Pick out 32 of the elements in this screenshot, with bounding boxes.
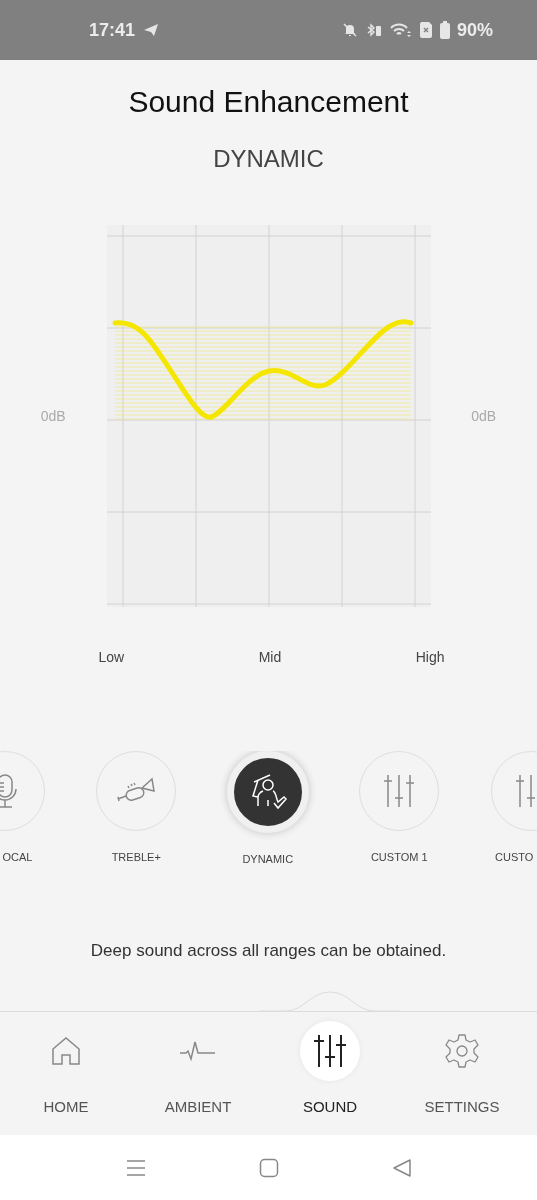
wifi-icon — [389, 22, 412, 38]
recent-apps-icon[interactable] — [125, 1158, 146, 1177]
frequency-label: High — [415, 649, 445, 665]
preset-button[interactable] — [226, 751, 309, 833]
frequency-label: Mid — [258, 649, 282, 665]
nav-tab[interactable]: SOUND — [264, 1012, 396, 1135]
clock: 17:41 — [89, 19, 136, 41]
preset-label: DYNAMIC — [242, 853, 294, 865]
preset-label: CUSTOM 1 — [370, 851, 428, 863]
bell-muted-icon — [341, 22, 358, 38]
battery-percentage: 90% — [456, 19, 493, 41]
home-button-icon[interactable] — [258, 1157, 279, 1178]
waveform-icon — [180, 1039, 216, 1063]
db-label: 0dB — [39, 408, 67, 424]
nav-tab[interactable]: HOME — [0, 1012, 132, 1135]
preset-label: CUSTO — [495, 851, 534, 863]
page-title: Sound Enhancement — [128, 84, 409, 120]
db-label: 0dB — [470, 408, 498, 424]
paper-plane-icon — [143, 22, 160, 38]
settings-icon — [444, 1033, 480, 1069]
nav-tab[interactable]: AMBIENT — [132, 1012, 264, 1135]
preset-label: OCAL — [2, 851, 33, 863]
preset-name: DYNAMIC — [213, 145, 324, 173]
battery-icon — [439, 21, 450, 39]
frequency-label: Low — [98, 649, 125, 665]
back-icon[interactable] — [391, 1157, 412, 1178]
nav-tab[interactable]: SETTINGS — [396, 1012, 528, 1135]
sliders-icon — [313, 1033, 347, 1069]
home-icon — [50, 1035, 82, 1067]
preset-description: Deep sound across all ranges can be obtained. — [90, 941, 447, 961]
preset-label: TREBLE+ — [111, 851, 161, 863]
sim-card-icon — [418, 21, 433, 39]
